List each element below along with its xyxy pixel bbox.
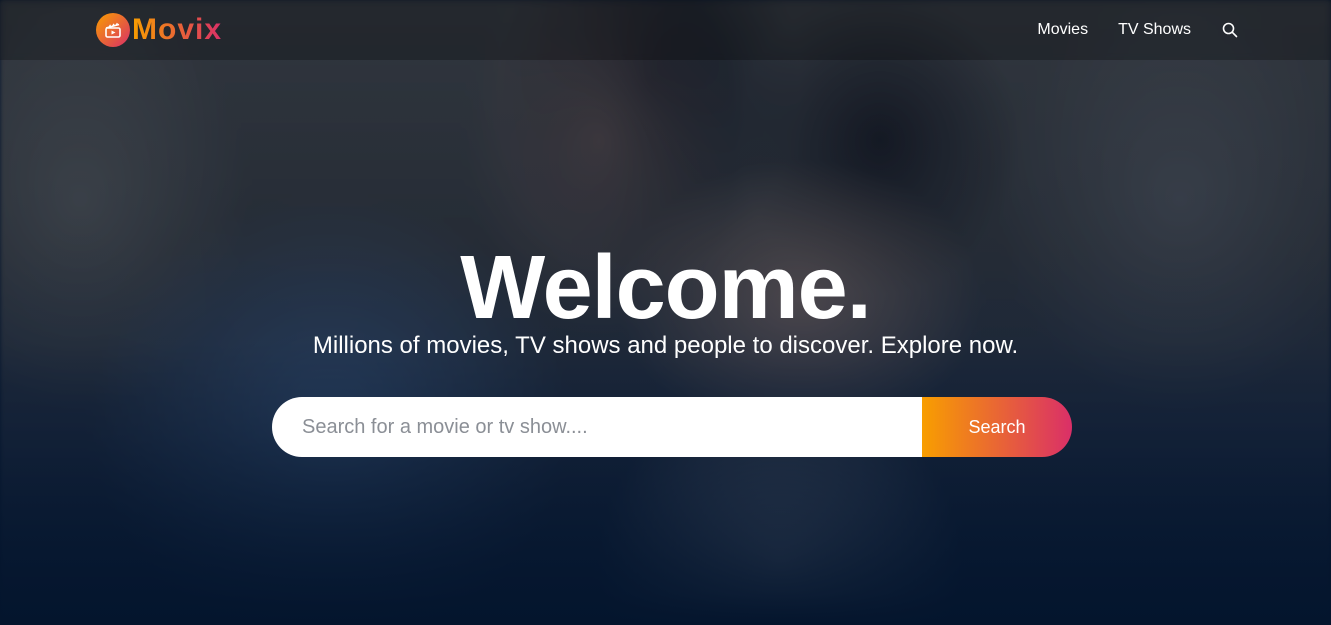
hero-banner: Welcome. Millions of movies, TV shows an… (0, 0, 1331, 625)
hero-search-bar: Search (272, 397, 1072, 457)
hero-title: Welcome. (460, 238, 872, 338)
search-input[interactable] (272, 397, 922, 457)
brand-name: Movix (132, 13, 223, 46)
search-icon[interactable] (1221, 21, 1239, 39)
search-button[interactable]: Search (922, 397, 1072, 457)
main-nav: Movies TV Shows (1007, 0, 1239, 60)
nav-item-tv-shows[interactable]: TV Shows (1118, 21, 1191, 39)
page: Welcome. Millions of movies, TV shows an… (0, 0, 1331, 625)
brand-logo[interactable]: Movix (96, 12, 222, 48)
clapperboard-icon (96, 13, 130, 47)
nav-item-movies[interactable]: Movies (1037, 21, 1088, 39)
hero-subtitle: Millions of movies, TV shows and people … (312, 332, 1019, 359)
top-header: Movix Movies TV Shows (0, 0, 1331, 60)
